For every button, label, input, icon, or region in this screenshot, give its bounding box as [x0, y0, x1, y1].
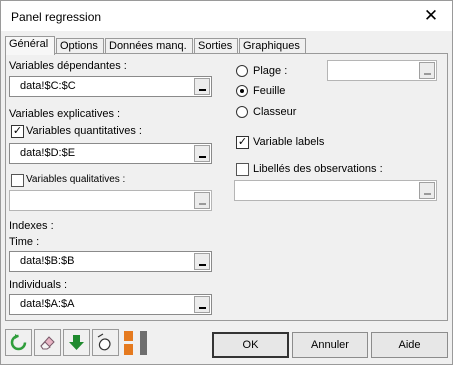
dependent-variables-label: Variables dépendantes : — [9, 60, 127, 72]
quantitative-label: Variables quantitatives : — [26, 125, 142, 137]
range-radio[interactable] — [236, 65, 248, 77]
indexes-label: Indexes : — [9, 220, 54, 232]
time-field[interactable]: data!$B:$B — [9, 251, 212, 272]
eraser-icon[interactable] — [34, 329, 61, 356]
time-label: Time : — [9, 236, 40, 248]
dependent-variables-value: data!$C:$C — [20, 80, 76, 92]
sheet-radio[interactable] — [236, 85, 248, 97]
general-panel: Variables dépendantes : data!$C:$C Varia… — [5, 53, 448, 321]
tab-general[interactable]: Général — [5, 36, 55, 55]
explanatory-variables-label: Variables explicatives : — [9, 108, 121, 120]
range-radio-label: Plage : — [253, 65, 288, 77]
help-button[interactable]: Aide — [371, 332, 448, 358]
range-select-button[interactable] — [419, 182, 435, 199]
reset-icon[interactable] — [5, 329, 32, 356]
quantitative-value: data!$D:$E — [20, 147, 76, 159]
time-value: data!$B:$B — [20, 255, 75, 267]
range-output-field[interactable] — [327, 60, 437, 81]
workbook-radio[interactable] — [236, 106, 248, 118]
observation-labels-field[interactable] — [234, 180, 437, 201]
observation-labels-checkbox[interactable] — [236, 163, 249, 176]
range-select-button[interactable] — [194, 296, 210, 313]
download-icon[interactable] — [63, 329, 90, 356]
range-select-button[interactable] — [194, 253, 210, 270]
dependent-variables-field[interactable]: data!$C:$C — [9, 76, 212, 97]
qualitative-label: Variables qualitatives : — [26, 174, 126, 185]
range-select-button[interactable] — [194, 192, 210, 209]
close-icon[interactable]: ✕ — [420, 6, 442, 26]
dialog-window: Panel regression ✕ Général Options Donné… — [0, 0, 453, 365]
workbook-radio-label: Classeur — [253, 106, 297, 118]
layout-toggle-icon[interactable] — [123, 330, 149, 356]
individuals-field[interactable]: data!$A:$A — [9, 294, 212, 315]
variable-labels-checkbox[interactable]: ✓ — [236, 136, 249, 149]
mouse-icon[interactable] — [92, 329, 119, 356]
sheet-radio-label: Feuille — [253, 85, 286, 97]
tab-missing-data[interactable]: Données manq. — [105, 38, 193, 54]
qualitative-checkbox[interactable] — [11, 174, 24, 187]
tab-outputs[interactable]: Sorties — [194, 38, 238, 54]
title-bar: Panel regression ✕ — [1, 1, 452, 31]
individuals-value: data!$A:$A — [20, 298, 75, 310]
window-title: Panel regression — [11, 10, 102, 24]
individuals-label: Individuals : — [9, 279, 68, 291]
quantitative-field[interactable]: data!$D:$E — [9, 143, 212, 164]
variable-labels-label: Variable labels — [253, 136, 325, 148]
cancel-button[interactable]: Annuler — [292, 332, 368, 358]
ok-button[interactable]: OK — [212, 332, 289, 358]
qualitative-field[interactable] — [9, 190, 212, 211]
observation-labels-label: Libellés des observations : — [253, 163, 383, 175]
range-select-button[interactable] — [419, 62, 435, 79]
tab-options[interactable]: Options — [56, 38, 104, 54]
quantitative-checkbox[interactable]: ✓ — [11, 125, 24, 138]
range-select-button[interactable] — [194, 78, 210, 95]
tab-charts[interactable]: Graphiques — [239, 38, 306, 54]
range-select-button[interactable] — [194, 145, 210, 162]
